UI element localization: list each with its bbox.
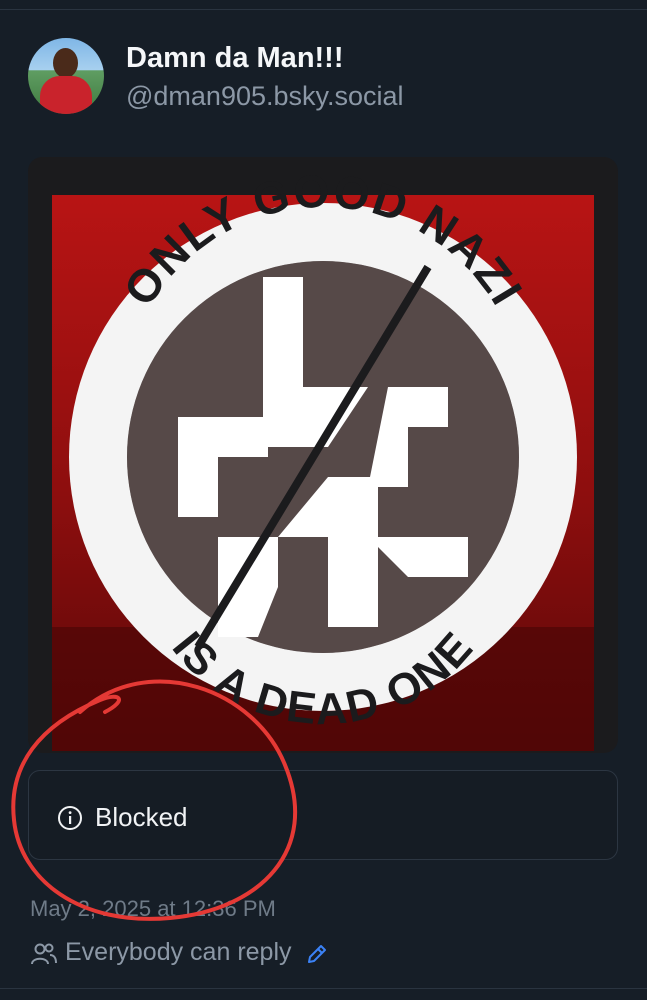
post-image[interactable]: ONLY GOOD NAZI IS A DEAD ONE <box>28 157 618 753</box>
pencil-icon[interactable] <box>305 942 329 966</box>
post-timestamp[interactable]: May 2, 2025 at 12:36 PM <box>30 896 276 922</box>
info-icon <box>58 806 82 830</box>
blocked-label: Blocked <box>95 802 188 832</box>
top-divider <box>0 9 647 10</box>
avatar-face <box>53 48 78 78</box>
author-handle[interactable]: @dman905.bsky.social <box>126 81 404 112</box>
blocked-notice[interactable]: Blocked <box>28 770 618 860</box>
people-icon <box>31 943 57 965</box>
post-image-graphic: ONLY GOOD NAZI IS A DEAD ONE <box>52 164 594 751</box>
avatar[interactable] <box>28 38 104 114</box>
author-display-name[interactable]: Damn da Man!!! <box>126 42 344 75</box>
bottom-divider <box>0 988 647 989</box>
reply-setting-label: Everybody can reply <box>65 938 292 966</box>
avatar-shirt <box>40 76 92 114</box>
